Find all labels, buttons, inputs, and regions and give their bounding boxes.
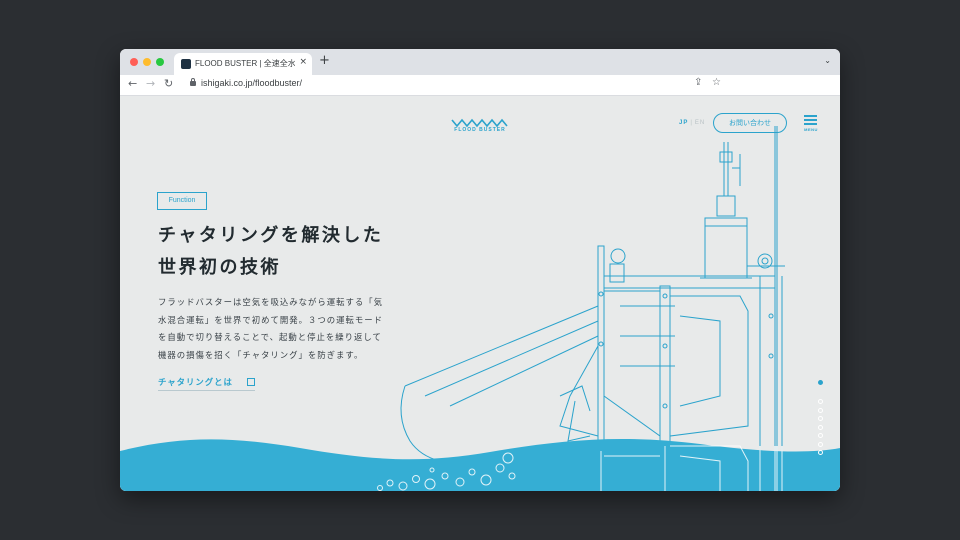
headline-line: 世界初の技術 bbox=[158, 257, 281, 278]
share-icon[interactable]: ⇪ bbox=[694, 77, 702, 88]
description: フラッドバスターは空気を吸込みながら運転する「気 水混合運転」を世界で初めて開発… bbox=[158, 294, 418, 364]
menu-line bbox=[804, 119, 817, 121]
tab-close-icon[interactable]: × bbox=[299, 57, 307, 67]
close-window-button[interactable] bbox=[130, 58, 138, 66]
section-badge: Function bbox=[157, 192, 207, 210]
page-viewport: FLOOD BUSTER JP | EN お問い合わせ MENU Function … bbox=[120, 96, 840, 491]
menu-label: MENU bbox=[804, 127, 818, 132]
address-toolbar: ← → ↻ ishigaki.co.jp/floodbuster/ ⇪ ☆ bbox=[120, 75, 840, 96]
language-switcher: JP | EN bbox=[679, 120, 705, 126]
reload-button[interactable]: ↻ bbox=[164, 77, 173, 90]
headline-line: チャタリングを解決した bbox=[158, 225, 384, 246]
maximize-window-button[interactable] bbox=[156, 58, 164, 66]
forward-button[interactable]: → bbox=[146, 77, 155, 90]
lang-separator: | bbox=[690, 120, 693, 126]
pager-dot[interactable] bbox=[818, 399, 823, 404]
pager-dot[interactable] bbox=[818, 450, 823, 455]
lang-en[interactable]: EN bbox=[695, 120, 705, 126]
external-link-icon[interactable] bbox=[247, 378, 255, 386]
back-button[interactable]: ← bbox=[128, 77, 137, 90]
page-title: チャタリングを解決した 世界初の技術 bbox=[158, 220, 438, 284]
pager-dot[interactable] bbox=[818, 433, 823, 438]
tab-title: FLOOD BUSTER | 全速全水位型 bbox=[195, 59, 295, 68]
pager-dot[interactable] bbox=[818, 424, 823, 430]
bookmark-star-icon[interactable]: ☆ bbox=[712, 77, 721, 88]
description-line: を自動で切り替えることで、起動と停止を繰り返して bbox=[158, 332, 382, 342]
favicon-icon bbox=[181, 59, 191, 69]
contact-button[interactable]: お問い合わせ bbox=[713, 113, 787, 133]
description-line: フラッドバスターは空気を吸込みながら運転する「気 bbox=[158, 297, 383, 307]
lock-icon[interactable] bbox=[190, 78, 196, 86]
pager-dot[interactable] bbox=[818, 380, 823, 385]
address-bar[interactable]: ishigaki.co.jp/floodbuster/ bbox=[201, 78, 302, 88]
menu-line bbox=[804, 115, 817, 117]
lang-jp[interactable]: JP bbox=[679, 120, 688, 126]
pager-dot[interactable] bbox=[818, 441, 823, 447]
browser-tab[interactable]: FLOOD BUSTER | 全速全水位型 × bbox=[174, 53, 312, 75]
description-line: 水混合運転」を世界で初めて開発。３つの運転モード bbox=[158, 314, 383, 325]
link-label[interactable]: チャタリングとは bbox=[158, 377, 233, 387]
hamburger-menu-icon[interactable]: MENU bbox=[802, 115, 820, 135]
chattering-link[interactable]: チャタリングとは bbox=[158, 376, 255, 391]
logo-wordmark: FLOOD BUSTER bbox=[454, 127, 506, 133]
menu-line bbox=[804, 123, 817, 125]
tab-search-chevron-icon[interactable]: ⌄ bbox=[824, 56, 831, 65]
description-line: 機器の損傷を招く「チャタリング」を防ぎます。 bbox=[158, 349, 364, 360]
pager-dot[interactable] bbox=[818, 416, 823, 421]
browser-window: FLOOD BUSTER | 全速全水位型 × + ⌄ ← → ↻ ishiga… bbox=[120, 49, 840, 491]
minimize-window-button[interactable] bbox=[143, 58, 151, 66]
pager-dot[interactable] bbox=[818, 407, 823, 413]
tab-bar: FLOOD BUSTER | 全速全水位型 × + ⌄ bbox=[120, 49, 840, 75]
new-tab-button[interactable]: + bbox=[319, 53, 330, 68]
